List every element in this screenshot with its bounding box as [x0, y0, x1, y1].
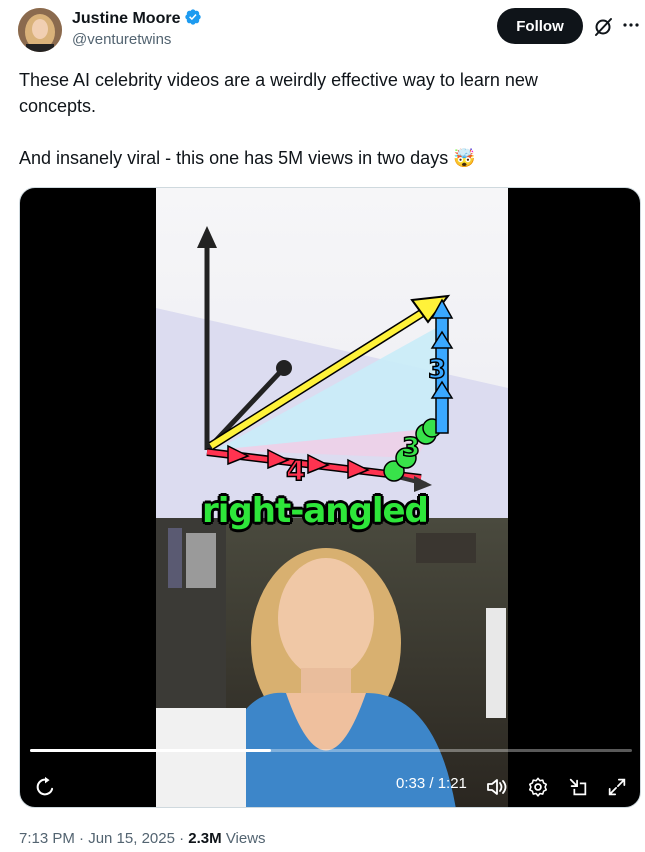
- follow-button[interactable]: Follow: [497, 8, 583, 44]
- minimize-icon[interactable]: [565, 774, 591, 800]
- video-frame: 4 3 3 right-angled: [156, 188, 508, 807]
- video-time: 0:33 / 1:21: [396, 775, 467, 792]
- avatar[interactable]: [18, 8, 62, 52]
- red-length-label: 4: [286, 454, 305, 487]
- replay-icon[interactable]: [32, 774, 58, 800]
- tweet-line-1: These AI celebrity videos are a weirdly …: [19, 70, 538, 116]
- video-caption: right-angled: [202, 491, 429, 531]
- meta-separator: ·: [174, 830, 189, 847]
- blue-length-label: 3: [428, 355, 446, 385]
- grok-icon[interactable]: [592, 16, 614, 38]
- views-label: Views: [225, 830, 266, 847]
- settings-icon[interactable]: [525, 774, 551, 800]
- video-progress-fill: [30, 749, 271, 752]
- more-icon[interactable]: [620, 14, 642, 36]
- display-name[interactable]: Justine Moore: [72, 10, 180, 28]
- tweet-timestamp[interactable]: 7:13 PM · Jun 15, 2025: [19, 830, 175, 847]
- view-count: 2.3M: [188, 830, 222, 847]
- volume-icon[interactable]: [484, 774, 510, 800]
- handle[interactable]: @venturetwins: [72, 31, 202, 48]
- verified-badge-icon: [184, 8, 202, 31]
- fullscreen-icon[interactable]: [604, 774, 630, 800]
- tweet-text: These AI celebrity videos are a weirdly …: [19, 67, 619, 171]
- green-length-label: 3: [402, 433, 420, 463]
- tweet-meta: 7:13 PM · Jun 15, 2025 · 2.3M Views: [19, 830, 266, 847]
- author-block: Justine Moore @venturetwins: [72, 8, 202, 48]
- video-player[interactable]: 4 3 3 right-angled 0:33 / 1:21: [19, 187, 641, 808]
- tweet-line-2: And insanely viral - this one has 5M vie…: [19, 148, 476, 168]
- video-progress-bar[interactable]: [30, 749, 632, 752]
